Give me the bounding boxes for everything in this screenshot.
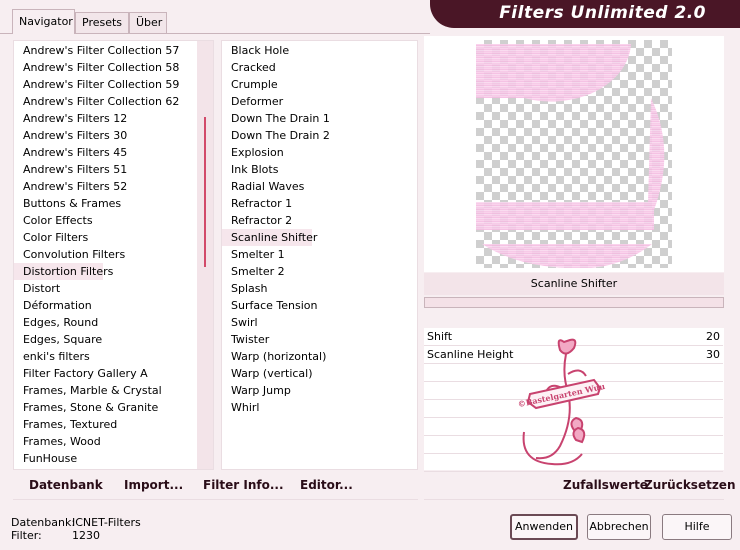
filter-item[interactable]: Ink Blots — [222, 161, 412, 178]
status-db-label: Datenbank: — [11, 516, 76, 529]
tab-about[interactable]: Über — [129, 12, 167, 33]
apply-button[interactable]: Anwenden — [510, 514, 578, 540]
category-item[interactable]: Convolution Filters — [14, 246, 194, 263]
category-item[interactable]: Edges, Round — [14, 314, 194, 331]
category-item[interactable]: Frames, Textured — [14, 416, 194, 433]
category-item[interactable]: Distortion Filters — [14, 263, 113, 280]
preview-frame — [424, 36, 724, 272]
category-item[interactable]: Buttons & Frames — [14, 195, 194, 212]
filter-item[interactable]: Swirl — [222, 314, 412, 331]
category-item[interactable]: Color Filters — [14, 229, 194, 246]
filter-item[interactable]: Splash — [222, 280, 412, 297]
category-item[interactable]: Andrew's Filter Collection 58 — [14, 59, 194, 76]
toolbar-left — [13, 472, 418, 500]
status-filter-label: Filter: — [11, 529, 42, 542]
preview-shape-top — [476, 44, 631, 102]
filter-item[interactable]: Warp (vertical) — [222, 365, 412, 382]
status-db-value: ICNET-Filters — [72, 516, 141, 529]
param-value[interactable]: 30 — [706, 346, 720, 364]
category-item[interactable]: Andrew's Filters 30 — [14, 127, 194, 144]
filter-item[interactable]: Surface Tension — [222, 297, 412, 314]
help-button[interactable]: Hilfe — [662, 514, 732, 540]
filter-item[interactable]: Crumple — [222, 76, 412, 93]
filter-item[interactable]: Warp (horizontal) — [222, 348, 412, 365]
category-item[interactable]: enki's filters — [14, 348, 194, 365]
category-item[interactable]: Frames, Marble & Crystal — [14, 382, 194, 399]
category-item[interactable]: Andrew's Filter Collection 57 — [14, 42, 194, 59]
param-value[interactable]: 20 — [706, 328, 720, 346]
filter-item[interactable]: Explosion — [222, 144, 412, 161]
filter-item[interactable]: Cracked — [222, 59, 412, 76]
progress-bar — [424, 297, 724, 308]
filter-item[interactable]: Down The Drain 2 — [222, 127, 412, 144]
preview-caption: Scanline Shifter — [424, 273, 724, 295]
filter-item[interactable]: Twister — [222, 331, 412, 348]
status-filter-value: 1230 — [72, 529, 100, 542]
category-item[interactable]: Frames, Wood — [14, 433, 194, 450]
param-name: Shift — [427, 330, 453, 343]
title-banner: Filters Unlimited 2.0 — [430, 0, 740, 28]
category-item[interactable]: Andrew's Filters 45 — [14, 144, 194, 161]
category-list[interactable]: Andrew's Filter Collection 57 Andrew's Fi… — [13, 40, 214, 470]
filter-item[interactable]: Down The Drain 1 — [222, 110, 412, 127]
preview-image — [476, 40, 672, 269]
filter-item[interactable]: Refractor 2 — [222, 212, 412, 229]
category-item[interactable]: Andrew's Filter Collection 59 — [14, 76, 194, 93]
filter-item[interactable]: Refractor 1 — [222, 195, 412, 212]
preview-artwork — [476, 44, 665, 269]
category-item[interactable]: FunHouse — [14, 450, 194, 467]
tab-bar: Navigator Presets Über — [0, 0, 430, 34]
tab-navigator[interactable]: Navigator — [12, 9, 75, 34]
filter-item[interactable]: Scanline Shifter — [222, 229, 317, 246]
category-item[interactable]: Andrew's Filters 51 — [14, 161, 194, 178]
category-item[interactable]: Andrew's Filter Collection 62 — [14, 93, 194, 110]
category-item[interactable]: Déformation — [14, 297, 194, 314]
category-item[interactable]: Distort — [14, 280, 194, 297]
cancel-button[interactable]: Abbrechen — [587, 514, 651, 540]
category-scrollbar[interactable] — [197, 41, 213, 469]
param-name: Scanline Height — [427, 348, 514, 361]
filter-item[interactable]: Whirl — [222, 399, 412, 416]
category-item[interactable]: Edges, Square — [14, 331, 194, 348]
category-item[interactable]: Andrew's Filters 12 — [14, 110, 194, 127]
category-item[interactable]: Frames, Stone & Granite — [14, 399, 194, 416]
filter-item[interactable]: Smelter 1 — [222, 246, 412, 263]
filter-item[interactable]: Warp Jump — [222, 382, 412, 399]
filter-item[interactable]: Black Hole — [222, 42, 412, 59]
parameter-panel: Shift 20 Scanline Height 30 ©Bastelgarten W… — [424, 328, 724, 472]
app-title: Filters Unlimited 2.0 — [499, 3, 706, 23]
category-scroll-thumb[interactable] — [204, 117, 206, 267]
filter-item[interactable]: Radial Waves — [222, 178, 412, 195]
tab-presets[interactable]: Presets — [75, 12, 129, 33]
category-item[interactable]: Color Effects — [14, 212, 194, 229]
preview-shape-side — [476, 98, 665, 230]
preview-shape-bottom — [482, 244, 652, 269]
toolbar-right — [424, 472, 724, 500]
category-item[interactable]: Filter Factory Gallery A — [14, 365, 194, 382]
category-item[interactable]: Andrew's Filters 52 — [14, 178, 194, 195]
filter-item[interactable]: Smelter 2 — [222, 263, 412, 280]
filter-item[interactable]: Deformer — [222, 93, 412, 110]
filter-list[interactable]: Black Hole Cracked Crumple Deformer Down The… — [221, 40, 418, 470]
watermark-logo: ©Bastelgarten Wuu — [517, 338, 606, 466]
